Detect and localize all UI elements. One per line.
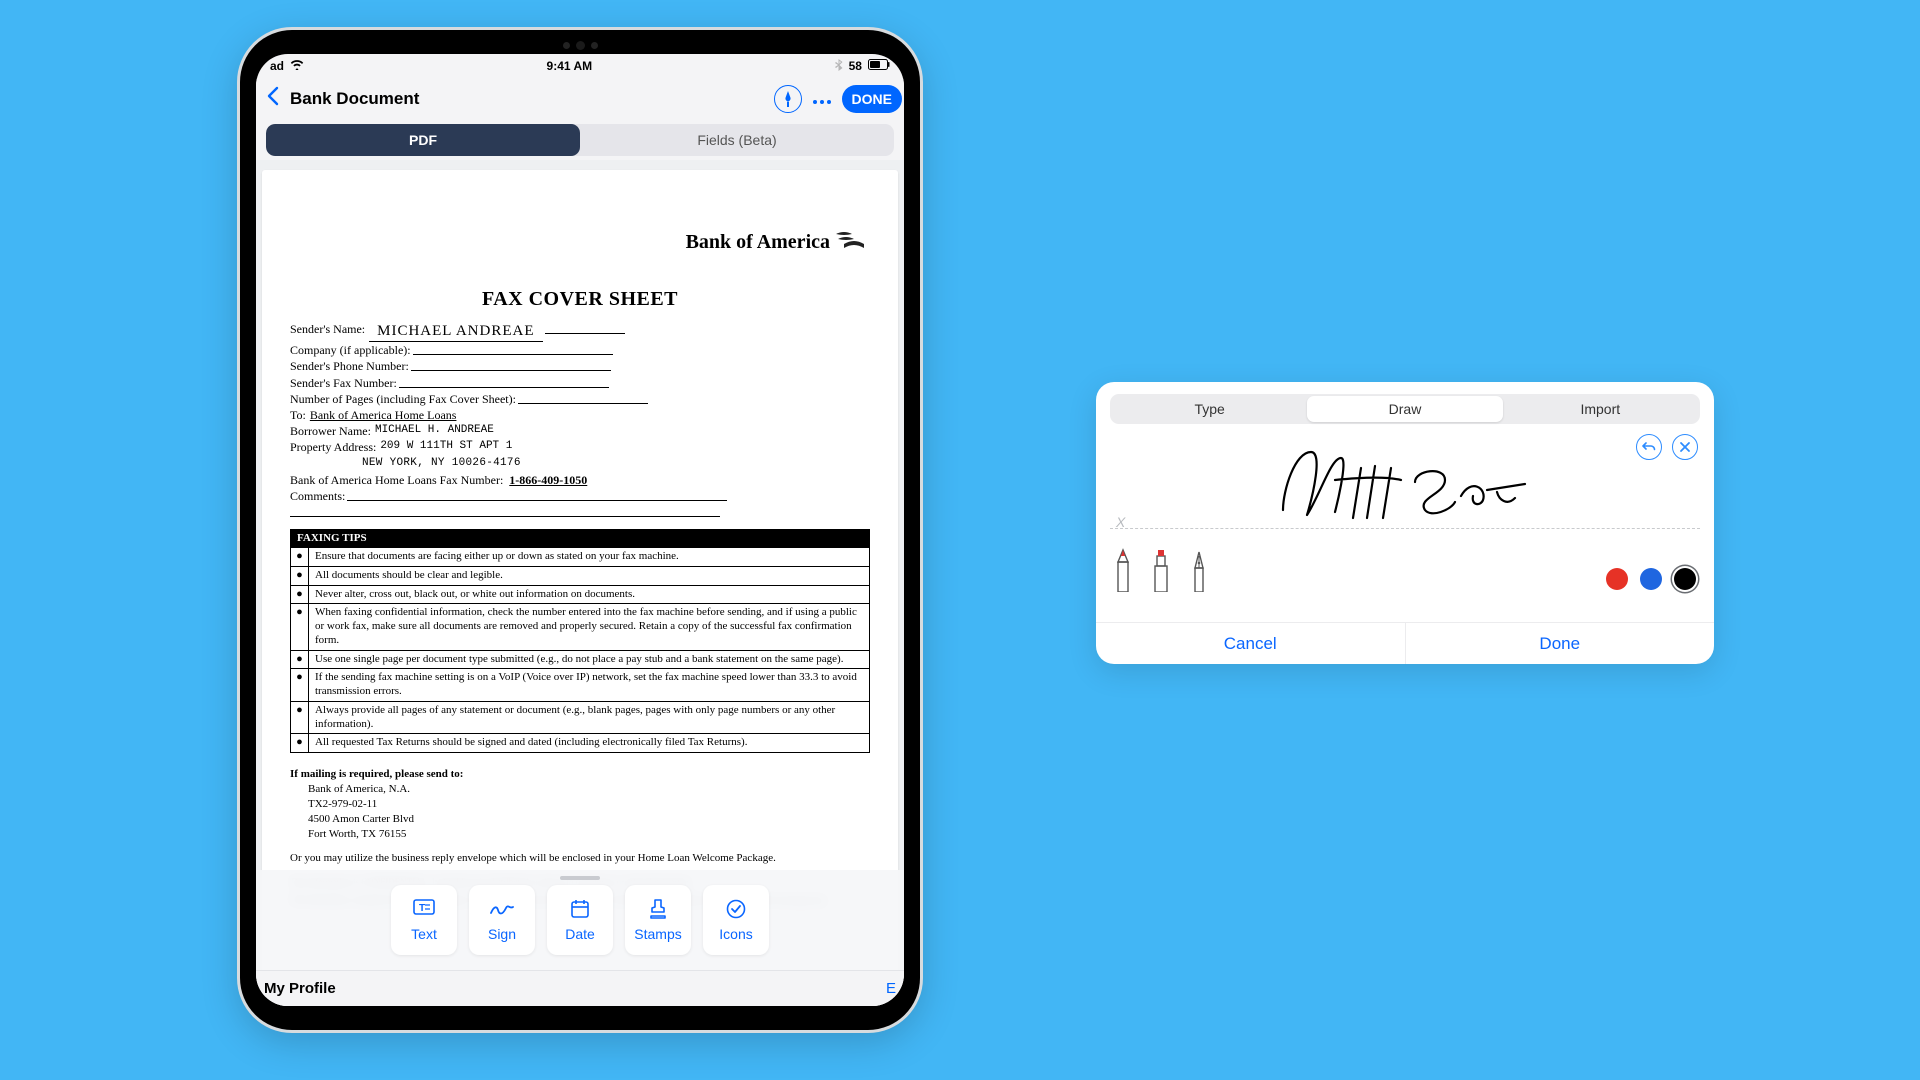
bluetooth-icon — [835, 59, 843, 74]
value-addr2: NEW YORK, NY 10026-4176 — [362, 456, 870, 470]
edit-button[interactable]: E — [886, 980, 896, 997]
mailing-line-1: TX2-979-02-11 — [308, 797, 870, 812]
label-to: To: — [290, 407, 306, 423]
label-sender-fax: Sender's Fax Number: — [290, 375, 397, 391]
signature-mode-segmented: Type Draw Import — [1110, 394, 1700, 424]
bank-name: Bank of America — [686, 231, 830, 254]
sign-icon — [489, 898, 515, 920]
tip-2: Never alter, cross out, black out, or wh… — [309, 586, 869, 604]
tab-import[interactable]: Import — [1503, 396, 1698, 422]
view-mode-segmented: PDF Fields (Beta) — [266, 124, 894, 156]
faxing-tips-heading: FAXING TIPS — [290, 529, 870, 547]
tool-date-label: Date — [565, 926, 595, 942]
signature-mode-segmented-wrap: Type Draw Import — [1096, 382, 1714, 430]
tip-1: All documents should be clear and legibl… — [309, 567, 869, 585]
tab-draw[interactable]: Draw — [1307, 396, 1502, 422]
tool-icons-label: Icons — [719, 926, 752, 942]
tool-stamps[interactable]: Stamps — [625, 885, 691, 955]
mailing-alt: Or you may utilize the business reply en… — [290, 851, 870, 866]
svg-text:T: T — [419, 903, 425, 914]
value-fax: 1-866-409-1050 — [509, 472, 587, 488]
document-title: Bank Document — [290, 89, 419, 109]
annotation-toolbar: T Text Sign Date Stamps Icons — [256, 870, 904, 970]
value-addr1: 209 W 111TH ST APT 1 — [380, 439, 512, 455]
tip-4: Use one single page per document type su… — [309, 651, 869, 669]
signature-canvas[interactable]: X — [1110, 436, 1700, 546]
signature-body: X — [1096, 430, 1714, 622]
tip-0: Ensure that documents are facing either … — [309, 548, 869, 566]
mailing-heading: If mailing is required, please send to: — [290, 767, 870, 782]
fax-title: FAX COVER SHEET — [290, 288, 870, 311]
label-sender-name: Sender's Name: — [290, 321, 365, 342]
profile-title: My Profile — [264, 980, 336, 997]
view-mode-segmented-wrap: PDF Fields (Beta) — [256, 120, 904, 160]
tip-6: Always provide all pages of any statemen… — [309, 702, 869, 734]
text-icon: T — [413, 898, 435, 920]
tab-type[interactable]: Type — [1112, 396, 1307, 422]
signature-panel: Type Draw Import X — [1096, 382, 1714, 664]
checkmark-circle-icon — [725, 898, 747, 920]
status-bar: ad 9:41 AM 58 — [256, 54, 904, 78]
tool-sign[interactable]: Sign — [469, 885, 535, 955]
calendar-icon — [570, 898, 590, 920]
battery-percent: 58 — [849, 59, 862, 73]
tool-stamps-label: Stamps — [634, 926, 681, 942]
carrier-text: ad — [270, 59, 284, 73]
label-pages: Number of Pages (including Fax Cover She… — [290, 391, 516, 407]
tool-icons[interactable]: Icons — [703, 885, 769, 955]
clock: 9:41 AM — [547, 59, 593, 73]
pen-pencil[interactable] — [1114, 548, 1134, 590]
tab-pdf[interactable]: PDF — [266, 124, 580, 156]
confirm-done-button[interactable]: Done — [1406, 623, 1715, 664]
ipad-camera — [540, 40, 620, 50]
drag-handle[interactable] — [560, 876, 600, 880]
label-sender-phone: Sender's Phone Number: — [290, 358, 409, 374]
ipad-screen: ad 9:41 AM 58 Bank — [256, 54, 904, 1006]
pen-marker[interactable] — [1152, 548, 1172, 590]
tip-5: If the sending fax machine setting is on… — [309, 669, 869, 701]
tab-fields[interactable]: Fields (Beta) — [580, 124, 894, 156]
mailing-line-0: Bank of America, N.A. — [308, 782, 870, 797]
cancel-button[interactable]: Cancel — [1096, 623, 1406, 664]
mailing-block: If mailing is required, please send to: … — [290, 767, 870, 866]
pen-options-row — [1110, 546, 1700, 594]
tool-text[interactable]: T Text — [391, 885, 457, 955]
stamp-icon — [648, 898, 668, 920]
tool-text-label: Text — [411, 926, 437, 942]
mailing-line-2: 4500 Amon Carter Blvd — [308, 812, 870, 827]
value-sender-name: MICHAEL ANDREAE — [369, 321, 542, 342]
battery-icon — [868, 59, 890, 73]
tool-sign-label: Sign — [488, 926, 516, 942]
color-black[interactable] — [1674, 568, 1696, 590]
value-borrower: MICHAEL H. ANDREAE — [375, 423, 494, 439]
tool-date[interactable]: Date — [547, 885, 613, 955]
more-button[interactable] — [812, 89, 832, 110]
signature-footer: Cancel Done — [1096, 622, 1714, 664]
tip-3: When faxing confidential information, ch… — [309, 604, 869, 649]
faxing-tips-table: ●Ensure that documents are facing either… — [290, 547, 870, 753]
wifi-icon — [290, 59, 304, 73]
signature-baseline — [1110, 528, 1700, 529]
mailing-line-3: Fort Worth, TX 76155 — [308, 827, 870, 842]
bank-logo: Bank of America — [686, 230, 864, 254]
label-borrower: Borrower Name: — [290, 423, 371, 439]
value-to: Bank of America Home Loans — [310, 407, 457, 423]
bank-flag-icon — [834, 230, 864, 254]
back-button[interactable] — [264, 86, 284, 112]
nav-bar: Bank Document DONE — [256, 78, 904, 120]
label-company: Company (if applicable): — [290, 342, 411, 358]
color-blue[interactable] — [1640, 568, 1662, 590]
tip-7: All requested Tax Returns should be sign… — [309, 734, 869, 752]
pen-fountain[interactable] — [1190, 548, 1210, 590]
label-bofa-fax: Bank of America Home Loans Fax Number: — [290, 472, 503, 488]
label-property: Property Address: — [290, 439, 376, 455]
profile-bar: My Profile E — [256, 970, 904, 1006]
color-red[interactable] — [1606, 568, 1628, 590]
drawn-signature — [1275, 440, 1535, 530]
ipad-frame: ad 9:41 AM 58 Bank — [240, 30, 920, 1030]
pen-tool-button[interactable] — [774, 85, 802, 113]
done-button[interactable]: DONE — [842, 85, 902, 113]
label-comments: Comments: — [290, 488, 345, 504]
